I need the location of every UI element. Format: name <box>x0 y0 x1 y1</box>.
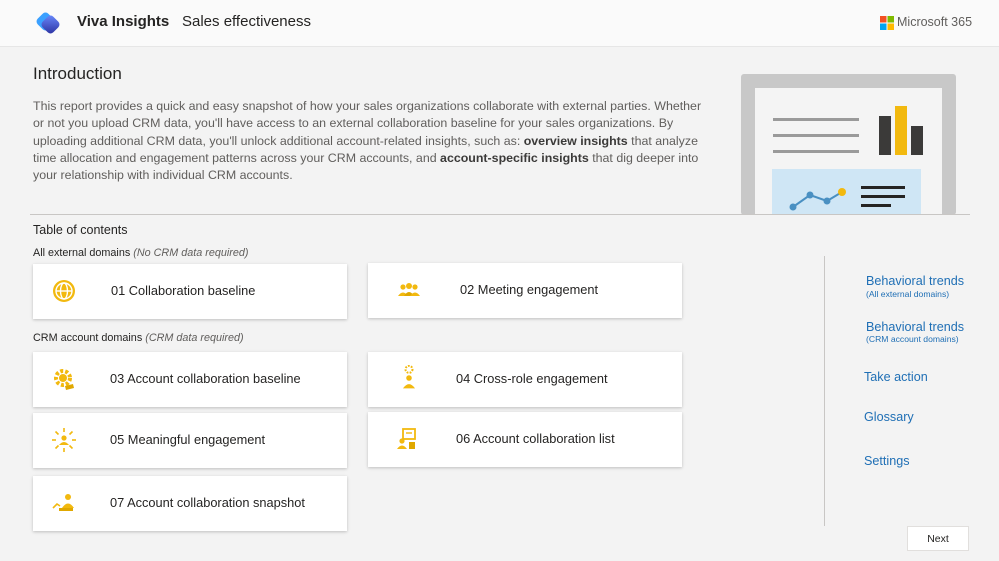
viva-insights-logo <box>36 12 60 34</box>
toc-title: Table of contents <box>33 223 128 237</box>
intro-title: Introduction <box>33 64 122 83</box>
microsoft-365-brand: Microsoft 365 <box>897 15 973 29</box>
app-header: Viva Insights Sales effectiveness Micros… <box>0 0 999 47</box>
nav-behavioral-trends-crm[interactable]: Behavioral trends <box>866 320 964 334</box>
group-label-crm-text: CRM account domains <box>33 332 143 344</box>
toc-card-label: 06 Account collaboration list <box>456 431 615 446</box>
nav-behavioral-trends-crm-sub[interactable]: (CRM account domains) <box>866 334 959 344</box>
next-button[interactable]: Next <box>907 526 969 551</box>
report-illustration <box>741 74 956 215</box>
globe-icon <box>53 280 75 302</box>
intro-bold-1: overview insights <box>523 133 628 148</box>
toc-card-account-collaboration-list[interactable]: 06 Account collaboration list <box>368 412 682 467</box>
nav-behavioral-trends-external[interactable]: Behavioral trends <box>866 274 964 288</box>
intro-text: This report provides a quick and easy sn… <box>33 98 713 184</box>
person-chart-icon <box>52 494 74 511</box>
toc-card-cross-role-engagement[interactable]: 04 Cross-role engagement <box>368 352 682 407</box>
app-name: Viva Insights <box>77 13 170 30</box>
toc-card-label: 01 Collaboration baseline <box>111 283 256 298</box>
sidebar-divider <box>824 256 825 526</box>
toc-card-label: 04 Cross-role engagement <box>456 371 608 386</box>
toc-card-label: 07 Account collaboration snapshot <box>110 495 305 510</box>
toc-card-account-collaboration-baseline[interactable]: 03 Account collaboration baseline <box>33 352 347 407</box>
section-divider <box>30 214 970 215</box>
group-label-external-note: (No CRM data required) <box>133 247 249 259</box>
report-name: Sales effectiveness <box>182 13 311 30</box>
group-label-external: All external domains (No CRM data requir… <box>33 247 248 259</box>
group-label-crm: CRM account domains (CRM data required) <box>33 332 244 344</box>
people-group-icon <box>398 283 420 296</box>
group-label-external-text: All external domains <box>33 247 131 259</box>
toc-card-label: 02 Meeting engagement <box>460 282 599 297</box>
toc-card-account-collaboration-snapshot[interactable]: 07 Account collaboration snapshot <box>33 476 347 531</box>
nav-behavioral-trends-external-sub[interactable]: (All external domains) <box>866 289 949 299</box>
person-gear-icon <box>402 365 416 389</box>
intro-bold-2: account-specific insights <box>440 150 589 165</box>
group-label-crm-note: (CRM data required) <box>145 332 244 344</box>
toc-card-label: 03 Account collaboration baseline <box>110 371 301 386</box>
toc-card-label: 05 Meaningful engagement <box>110 432 266 447</box>
toc-card-meaningful-engagement[interactable]: 05 Meaningful engagement <box>33 413 347 468</box>
microsoft-logo <box>880 16 894 30</box>
nav-glossary[interactable]: Glossary <box>864 410 914 424</box>
toc-card-collaboration-baseline[interactable]: 01 Collaboration baseline <box>33 264 347 319</box>
nav-take-action[interactable]: Take action <box>864 370 928 384</box>
nav-settings[interactable]: Settings <box>864 454 910 468</box>
gear-hand-icon <box>54 369 74 390</box>
sparkle-person-icon <box>52 428 76 452</box>
person-board-icon <box>397 428 416 449</box>
toc-card-meeting-engagement[interactable]: 02 Meeting engagement <box>368 263 682 318</box>
